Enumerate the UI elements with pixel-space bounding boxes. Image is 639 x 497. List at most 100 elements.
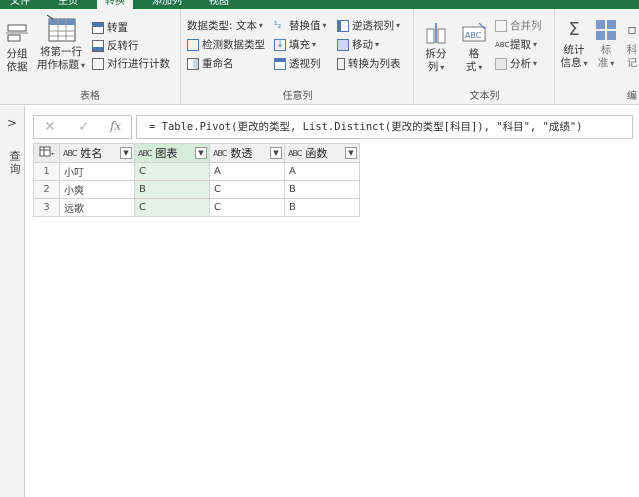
convert-to-list-button[interactable]: 转换为列表 [337,55,401,73]
text-type-icon[interactable]: ABC [138,149,152,158]
merge-columns-icon [495,20,507,32]
extract-icon: ABC [495,41,510,49]
column-header-1[interactable]: ABC 图表 ▼ [134,143,210,163]
cancel-formula-icon[interactable]: ✕ [44,119,56,135]
replace-values-button[interactable]: ¹₂ 替换值 ▾ [274,17,327,35]
table-cell[interactable]: 远歌 [59,198,135,217]
reverse-rows-button[interactable]: 反转行 [92,37,139,55]
text-type-icon[interactable]: ABC [288,149,302,158]
queries-pane-label[interactable]: 查询 [6,150,22,176]
table-cell[interactable]: C [134,198,210,217]
count-rows-button[interactable]: 对行进行计数 [92,55,170,73]
filter-dropdown-icon[interactable]: ▼ [270,147,282,159]
table-cell[interactable]: 小爽 [59,180,135,199]
ribbon-group-text-column: 拆分 列 ▾ ABC 格 式 ▾ 合并列 ABC 提取 ▾ 分析 ▾ 文本列 [415,9,555,105]
merge-columns-button[interactable]: 合并列 [495,17,542,35]
table-cell[interactable]: 小叮 [59,162,135,181]
ribbon-group-table: 分组 依据 将第一行 用作标题 ▾ 转置 反转行 对行进行计数 表格 [0,9,181,105]
split-column-button[interactable]: 拆分 列 ▾ [421,21,451,74]
detect-type-button[interactable]: 检测数据类型 [187,36,265,54]
ribbon: 分组 依据 将第一行 用作标题 ▾ 转置 反转行 对行进行计数 表格 数据类型:… [0,9,639,105]
group-by-button[interactable]: 分组 依据 [2,23,32,74]
filter-dropdown-icon[interactable]: ▼ [345,147,357,159]
tab-home[interactable]: 主页 [50,0,86,9]
table-cell[interactable]: A [284,162,360,181]
pivot-column-button[interactable]: 透视列 [274,55,321,73]
ribbon-group-any-column: 数据类型: 文本 ▾ 检测数据类型 重命名 ¹₂ 替换值 ▾ ↓ 填充 ▾ 透视列 逆… [182,9,414,105]
table-cell[interactable]: C [134,162,210,181]
data-type-dropdown[interactable]: 数据类型: 文本 ▾ [187,17,263,35]
table-cell[interactable]: B [284,198,360,217]
table-row: 2 小爽 B C B [33,180,360,199]
column-header-2[interactable]: ABC 数透 ▼ [209,143,285,163]
replace-values-icon: ¹₂ [274,21,282,31]
count-rows-icon [92,58,104,70]
standard-ops-icon [596,20,616,40]
format-button[interactable]: ABC 格 式 ▾ [457,21,491,74]
tab-transform[interactable]: 转换 [97,0,133,9]
expand-chevron-icon[interactable]: > [7,116,17,130]
parse-icon [495,58,507,70]
unpivot-button[interactable]: 逆透视列 ▾ [337,17,400,35]
pivot-column-icon [274,58,286,70]
statistics-button[interactable]: Σ 统计 信息 ▾ [558,19,590,70]
column-header-0[interactable]: ABC 姓名 ▼ [59,143,135,163]
row-number[interactable]: 3 [33,198,60,217]
queries-pane-collapsed: > 查询 [0,106,25,497]
transpose-button[interactable]: 转置 [92,19,128,37]
move-column-icon [337,39,349,51]
fill-down-icon: ↓ [274,39,286,51]
tab-view[interactable]: 视图 [201,0,237,9]
use-first-row-button[interactable]: 将第一行 用作标题 ▾ [34,13,88,72]
column-header-3[interactable]: ABC 函数 ▼ [284,143,360,163]
fill-button[interactable]: ↓ 填充 ▾ [274,36,316,54]
header-row: ABC 姓名 ▼ ABC 图表 ▼ ABC 数透 ▼ ABC 函数 ▼ [33,143,360,163]
first-row-header-icon [46,14,76,42]
data-grid: ABC 姓名 ▼ ABC 图表 ▼ ABC 数透 ▼ ABC 函数 ▼ 1 小叮 C A A 2… [33,143,360,217]
table-menu-icon [39,146,54,156]
scientific-button[interactable]: ▫ 科 记 [622,19,639,70]
filter-dropdown-icon[interactable]: ▼ [195,147,207,159]
standard-button[interactable]: 标 准 ▾ [594,19,618,70]
transpose-icon [92,22,104,34]
formula-buttons: ✕ ✓ fx [33,115,132,139]
ribbon-group-number-column: Σ 统计 信息 ▾ 标 准 ▾ ▫ 科 记 编 [556,9,639,105]
table-cell[interactable]: B [134,180,210,199]
group-label-any-column: 任意列 [282,91,313,102]
table-menu-corner[interactable] [33,143,60,163]
extract-button[interactable]: ABC 提取 ▾ [495,36,537,54]
reverse-rows-icon [92,40,104,52]
detect-type-icon [187,39,199,51]
table-cell[interactable]: C [209,180,285,199]
rename-icon [187,58,199,70]
group-label-number-column: 编 [627,91,637,102]
ribbon-tab-bar: 文件 主页 转换 添加列 视图 [0,0,639,9]
tab-add-column[interactable]: 添加列 [144,0,190,9]
text-type-icon[interactable]: ABC [63,149,77,158]
tab-file[interactable]: 文件 [2,0,38,9]
formula-input[interactable]: = Table.Pivot(更改的类型, List.Distinct(更改的类型… [136,115,633,139]
unpivot-icon [337,20,349,32]
fx-icon[interactable]: fx [110,119,121,133]
split-column-icon [426,23,446,44]
rename-button[interactable]: 重命名 [187,55,234,73]
filter-dropdown-icon[interactable]: ▼ [120,147,132,159]
parse-button[interactable]: 分析 ▾ [495,55,537,73]
row-number[interactable]: 2 [33,180,60,199]
sigma-icon: Σ [568,19,580,40]
move-button[interactable]: 移动 ▾ [337,36,379,54]
group-label-text-column: 文本列 [469,91,500,102]
commit-formula-icon[interactable]: ✓ [78,119,90,135]
table-cell[interactable]: B [284,180,360,199]
row-number[interactable]: 1 [33,162,60,181]
group-by-icon [6,24,28,42]
table-row: 1 小叮 C A A [33,162,360,181]
convert-to-list-icon [337,58,345,70]
table-row: 3 远歌 C C B [33,198,360,217]
text-type-icon[interactable]: ABC [213,149,227,158]
formula-bar: ✕ ✓ fx = Table.Pivot(更改的类型, List.Distinc… [33,115,633,139]
format-text-icon: ABC [462,22,486,42]
table-cell[interactable]: C [209,198,285,217]
table-cell[interactable]: A [209,162,285,181]
scientific-icon: ▫ [627,22,637,38]
